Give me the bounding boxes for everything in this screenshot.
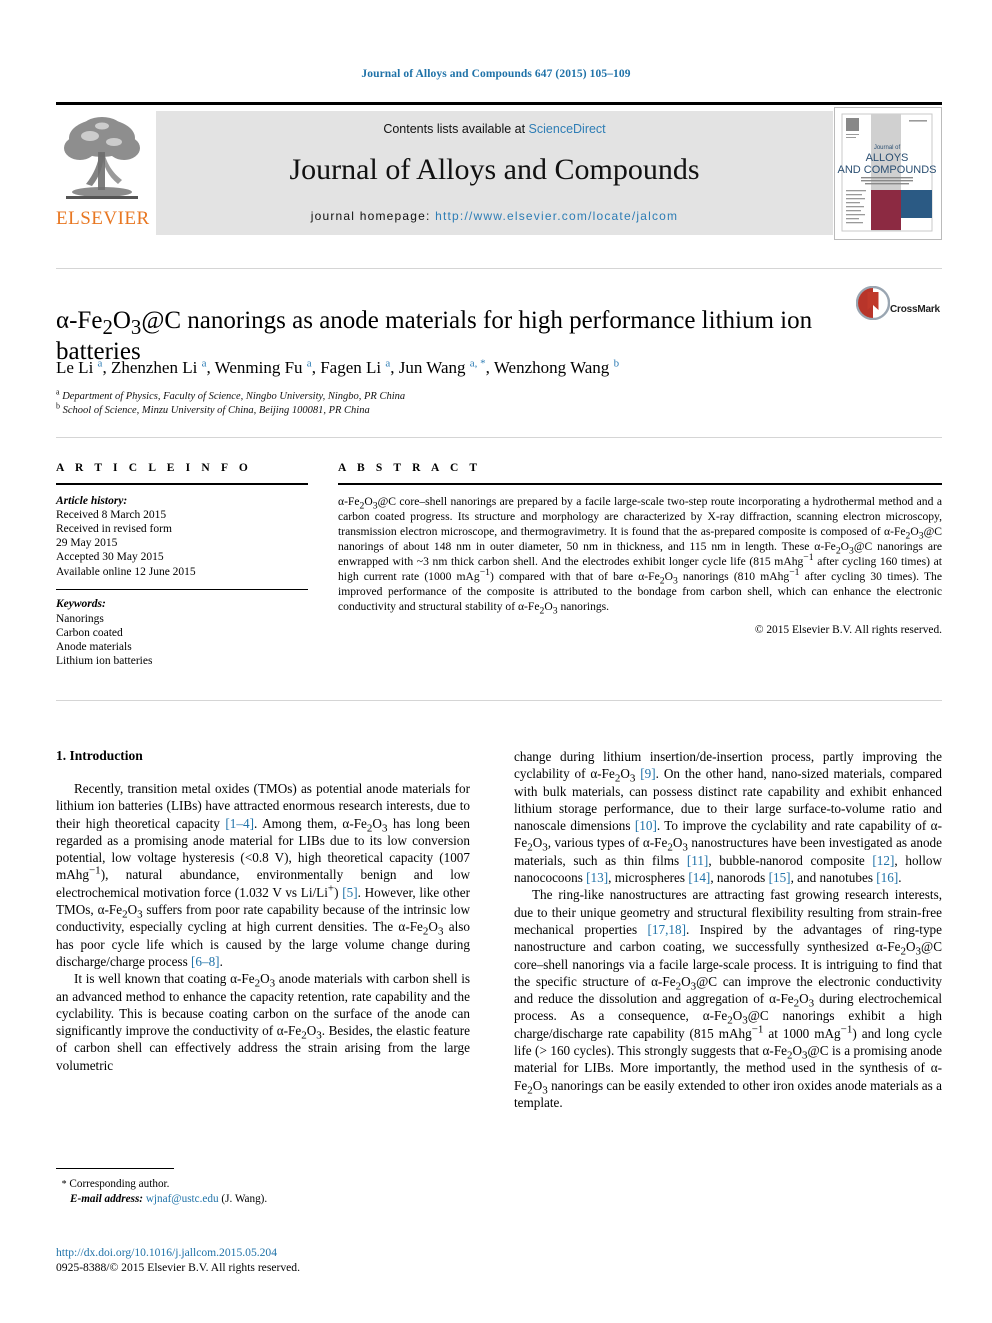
journal-cover-thumbnail: Journal of ALLOYS AND COMPOUNDS bbox=[834, 107, 942, 240]
body-paragraph: Recently, transition metal oxides (TMOs)… bbox=[56, 781, 471, 969]
svg-text:ALLOYS: ALLOYS bbox=[866, 152, 909, 164]
publication-footer: http://dx.doi.org/10.1016/j.jallcom.2015… bbox=[56, 1245, 486, 1275]
history-item: Accepted 30 May 2015 bbox=[56, 551, 164, 564]
abstract-column: A B S T R A C T α-Fe2O3@C core–shell nan… bbox=[338, 462, 942, 636]
running-head: Journal of Alloys and Compounds 647 (201… bbox=[361, 68, 631, 80]
keyword-item: Lithium ion batteries bbox=[56, 655, 153, 668]
abstract-band-bottom-rule bbox=[56, 700, 942, 701]
elsevier-logo: ELSEVIER bbox=[56, 110, 150, 236]
history-item: Received 8 March 2015 bbox=[56, 508, 167, 521]
body-paragraph: The ring-like nanostructures are attract… bbox=[514, 887, 943, 1110]
keywords-label: Keywords: bbox=[56, 598, 106, 611]
body-paragraph: It is well known that coating α-Fe2O3 an… bbox=[56, 971, 470, 1073]
body-column-left: 1. Introduction Recently, transition met… bbox=[56, 748, 470, 1074]
title-divider bbox=[56, 268, 942, 269]
journal-homepage-link[interactable]: http://www.elsevier.com/locate/jalcom bbox=[435, 209, 678, 223]
sciencedirect-link[interactable]: ScienceDirect bbox=[529, 122, 606, 136]
contents-available-line: Contents lists available at ScienceDirec… bbox=[156, 122, 833, 136]
corresponding-author-footnote: * Corresponding author. E-mail address: … bbox=[56, 1168, 470, 1206]
abstract-band-top-rule bbox=[56, 437, 942, 438]
abstract-copyright: © 2015 Elsevier B.V. All rights reserved… bbox=[754, 624, 942, 637]
email-label: E-mail address: bbox=[70, 1193, 144, 1205]
paper-page: Journal of Alloys and Compounds 647 (201… bbox=[0, 0, 992, 1323]
masthead-top-rule bbox=[56, 102, 942, 105]
article-history-label: Article history: bbox=[56, 494, 128, 507]
affiliation-marker-b: b bbox=[56, 401, 60, 410]
corresponding-author-line: * Corresponding author. bbox=[56, 1177, 470, 1192]
affiliation-b-text: School of Science, Minzu University of C… bbox=[62, 404, 370, 416]
footnote-body: * Corresponding author. E-mail address: … bbox=[56, 1177, 470, 1206]
history-item: Received in revised form bbox=[56, 523, 172, 535]
affiliation-a-text: Department of Physics, Faculty of Scienc… bbox=[62, 391, 406, 402]
journal-masthead: ELSEVIER Contents lists available at Sci… bbox=[56, 102, 942, 240]
article-history-block: Article history: Received 8 March 2015 R… bbox=[56, 494, 308, 579]
keywords-block: Keywords: Nanorings Carbon coated Anode … bbox=[56, 597, 308, 668]
affiliation-marker-a: a bbox=[56, 387, 60, 397]
elsevier-wordmark: ELSEVIER bbox=[56, 208, 150, 229]
issn-copyright-line: 0925-8388/© 2015 Elsevier B.V. All right… bbox=[56, 1261, 300, 1274]
svg-text:Journal of: Journal of bbox=[874, 145, 901, 151]
keyword-item: Anode materials bbox=[56, 641, 132, 654]
keyword-item: Carbon coated bbox=[56, 626, 123, 639]
article-info-column: A R T I C L E I N F O Article history: R… bbox=[56, 462, 308, 668]
affiliation-list: a Department of Physics, Faculty of Scie… bbox=[56, 387, 936, 418]
email-line: E-mail address: wjnaf@ustc.edu (J. Wang)… bbox=[56, 1192, 470, 1206]
history-item: 29 May 2015 bbox=[56, 537, 118, 550]
masthead-banner: Contents lists available at ScienceDirec… bbox=[156, 111, 833, 235]
email-link[interactable]: wjnaf@ustc.edu bbox=[146, 1193, 219, 1205]
article-info-heading: A R T I C L E I N F O bbox=[56, 462, 252, 474]
body-paragraph: change during lithium insertion/de-inser… bbox=[514, 749, 943, 886]
homepage-prefix: journal homepage: bbox=[310, 209, 436, 223]
affiliation-b: b School of Science, Minzu University of… bbox=[56, 401, 936, 418]
email-owner: (J. Wang). bbox=[221, 1193, 268, 1205]
keywords-rule bbox=[56, 588, 308, 591]
crossmark-label: CrossMark bbox=[890, 304, 940, 315]
crossmark-badge[interactable]: CrossMark bbox=[855, 285, 942, 338]
section-heading-introduction: 1. Introduction bbox=[56, 748, 143, 763]
body-column-right: change during lithium insertion/de-inser… bbox=[514, 748, 942, 1111]
abstract-rule bbox=[338, 483, 942, 485]
history-item: Available online 12 June 2015 bbox=[56, 565, 196, 578]
doi-link[interactable]: http://dx.doi.org/10.1016/j.jallcom.2015… bbox=[56, 1245, 486, 1260]
journal-title: Journal of Alloys and Compounds bbox=[289, 153, 700, 186]
svg-text:AND COMPOUNDS: AND COMPOUNDS bbox=[837, 164, 936, 176]
footnote-rule bbox=[56, 1168, 174, 1169]
affiliation-a: a Department of Physics, Faculty of Scie… bbox=[56, 387, 936, 404]
keyword-item: Nanorings bbox=[56, 612, 104, 625]
author-list: Le Li a, Zhenzhen Li a, Wenming Fu a, Fa… bbox=[56, 357, 620, 377]
contents-prefix: Contents lists available at bbox=[383, 122, 529, 136]
corresponding-author-text: Corresponding author. bbox=[69, 1178, 170, 1190]
abstract-heading: A B S T R A C T bbox=[338, 462, 482, 474]
journal-homepage-line: journal homepage: http://www.elsevier.co… bbox=[156, 209, 833, 223]
crossmark-icon bbox=[855, 285, 891, 321]
article-info-rule bbox=[56, 483, 308, 485]
elsevier-tree-icon bbox=[60, 112, 144, 204]
asterisk-icon: * bbox=[61, 1179, 67, 1190]
abstract-text: α-Fe2O3@C core–shell nanorings are prepa… bbox=[338, 494, 943, 617]
